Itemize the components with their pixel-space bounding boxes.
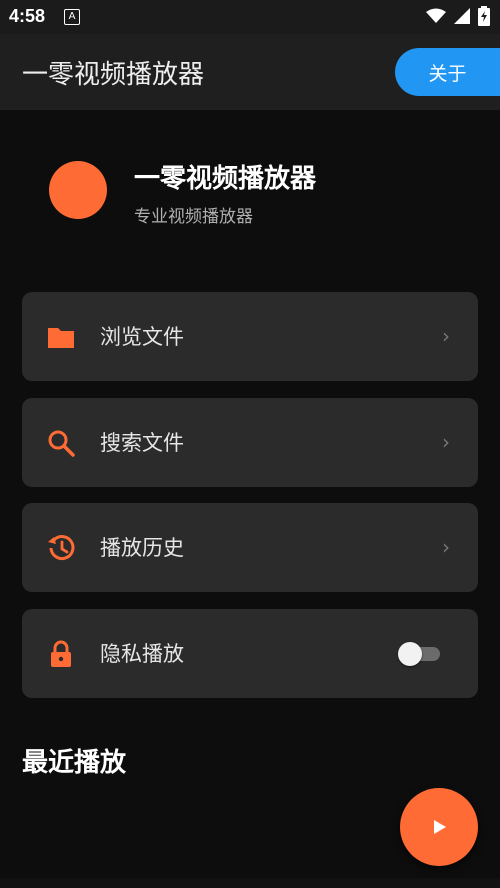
- menu-item-browse-files[interactable]: 浏览文件 ›: [22, 292, 478, 381]
- toggle-thumb: [398, 642, 422, 666]
- private-play-toggle[interactable]: [398, 642, 442, 666]
- status-icons: [426, 6, 490, 26]
- recent-section-title: 最近播放: [22, 748, 127, 778]
- menu-item-private-play[interactable]: 隐私播放: [22, 609, 478, 698]
- history-icon: [48, 535, 75, 561]
- app-bar-title: 一零视频播放器: [22, 60, 205, 90]
- play-fab-button[interactable]: [400, 788, 478, 866]
- app-name: 一零视频播放器: [134, 164, 317, 194]
- notification-icon: A: [64, 9, 80, 25]
- about-button[interactable]: 关于: [395, 48, 500, 96]
- app-subtitle: 专业视频播放器: [134, 207, 253, 227]
- signal-icon: [454, 8, 470, 24]
- lock-icon: [51, 640, 71, 667]
- play-icon: [434, 820, 446, 834]
- app-logo: [49, 161, 107, 219]
- status-time: 4:58: [9, 6, 46, 26]
- navigation-bar: [0, 878, 500, 888]
- app-bar: 一零视频播放器 关于: [0, 34, 500, 110]
- menu-item-play-history[interactable]: 播放历史 ›: [22, 503, 478, 592]
- search-icon: [48, 430, 75, 457]
- menu-item-search-files[interactable]: 搜索文件 ›: [22, 398, 478, 487]
- menu-item-label: 浏览文件: [100, 325, 184, 349]
- folder-icon: [48, 328, 74, 348]
- app-header: 一零视频播放器 专业视频播放器: [0, 150, 500, 240]
- wifi-icon: [426, 8, 446, 23]
- battery-icon: [478, 6, 490, 26]
- status-bar: 4:58 A: [0, 0, 500, 34]
- chevron-right-icon: ›: [442, 430, 450, 454]
- menu-item-label: 搜索文件: [100, 431, 184, 455]
- chevron-right-icon: ›: [442, 324, 450, 348]
- chevron-right-icon: ›: [442, 535, 450, 559]
- menu-item-label: 播放历史: [100, 536, 184, 560]
- menu-item-label: 隐私播放: [100, 642, 184, 666]
